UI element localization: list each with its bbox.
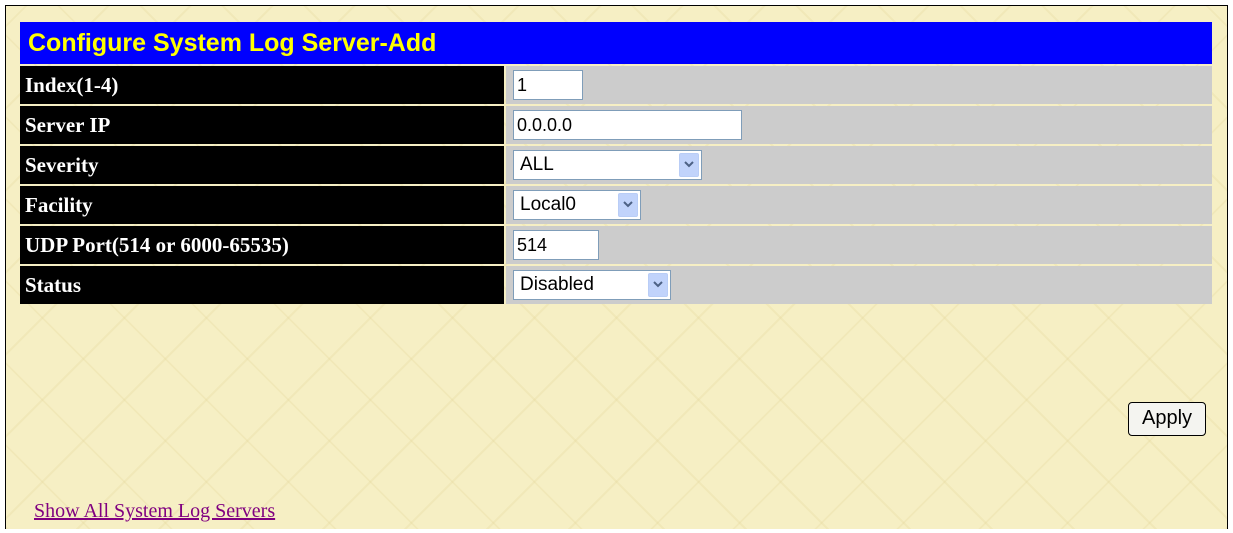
row-facility: Facility Local0 [20, 186, 1212, 224]
row-server-ip: Server IP [20, 106, 1212, 144]
chevron-down-icon[interactable] [618, 193, 638, 217]
udp-port-input[interactable] [513, 230, 599, 260]
page-title: Configure System Log Server-Add [20, 22, 1212, 64]
row-status: Status Disabled [20, 266, 1212, 304]
status-label: Status [20, 266, 504, 304]
chevron-down-icon[interactable] [679, 153, 699, 177]
status-select[interactable]: Disabled [513, 270, 671, 300]
show-all-system-log-servers-link[interactable]: Show All System Log Servers [34, 500, 275, 523]
facility-value: Local0 [520, 194, 576, 215]
apply-button[interactable]: Apply [1128, 402, 1206, 436]
index-input[interactable] [513, 70, 583, 100]
severity-label: Severity [20, 146, 504, 184]
facility-select[interactable]: Local0 [513, 190, 641, 220]
page-frame: Configure System Log Server-Add Index(1-… [5, 5, 1228, 529]
udp-port-label: UDP Port(514 or 6000-65535) [20, 226, 504, 264]
row-severity: Severity ALL [20, 146, 1212, 184]
server-ip-input[interactable] [513, 110, 742, 140]
row-udp-port: UDP Port(514 or 6000-65535) [20, 226, 1212, 264]
server-ip-label: Server IP [20, 106, 504, 144]
index-label: Index(1-4) [20, 66, 504, 104]
row-index: Index(1-4) [20, 66, 1212, 104]
severity-value: ALL [520, 154, 554, 175]
severity-select[interactable]: ALL [513, 150, 702, 180]
chevron-down-icon[interactable] [648, 273, 668, 297]
status-value: Disabled [520, 274, 594, 295]
facility-label: Facility [20, 186, 504, 224]
